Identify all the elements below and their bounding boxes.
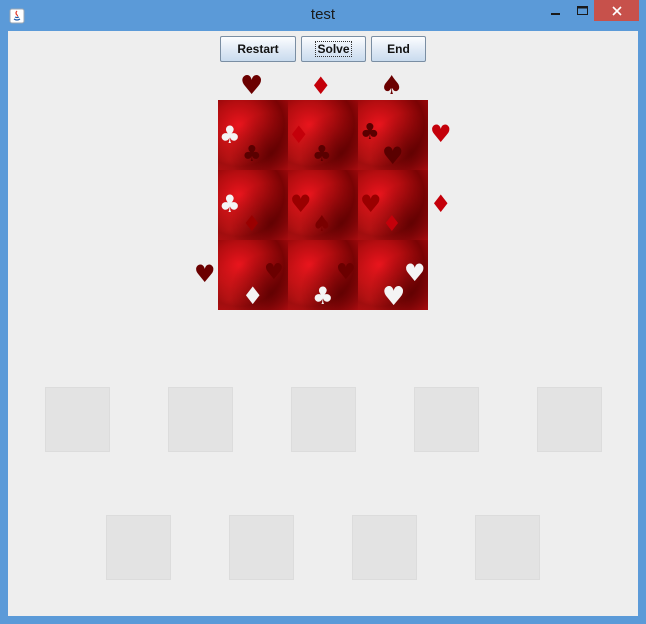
- club-icon: ♣: [219, 121, 241, 149]
- maximize-button[interactable]: [569, 0, 595, 21]
- diamond-icon: ♦: [288, 121, 310, 149]
- club-icon: ♣: [219, 190, 241, 218]
- tray-slot-6[interactable]: [106, 515, 171, 580]
- heart-icon: ♥: [290, 190, 312, 218]
- heart-icon: ♥: [382, 142, 404, 170]
- club-icon: ♣: [312, 142, 332, 167]
- diamond-icon: ♦: [242, 212, 262, 237]
- tray-slot-2[interactable]: [168, 387, 233, 452]
- title-bar[interactable]: test: [0, 0, 646, 31]
- club-icon: ♣: [312, 282, 334, 310]
- heart-icon: ♥: [404, 259, 426, 287]
- heart-icon: ♥: [240, 71, 264, 101]
- club-icon: ♣: [242, 142, 262, 167]
- end-button[interactable]: End: [371, 36, 426, 62]
- tray-slot-5[interactable]: [537, 387, 602, 452]
- maximize-icon: [576, 5, 588, 15]
- minimize-button[interactable]: [543, 0, 569, 21]
- heart-icon: ♥: [336, 260, 356, 285]
- tray-slot-9[interactable]: [475, 515, 540, 580]
- tray-slot-4[interactable]: [414, 387, 479, 452]
- heart-icon: ♥: [264, 260, 284, 285]
- close-button[interactable]: [594, 0, 639, 21]
- club-icon: ♣: [360, 120, 380, 145]
- spade-icon: ♠: [380, 71, 404, 101]
- minimize-icon: [551, 12, 560, 15]
- end-label: End: [387, 42, 410, 56]
- heart-icon: ♥: [360, 190, 382, 218]
- diamond-icon: ♦: [430, 190, 452, 218]
- puzzle-board: ♥ ♦ ♠ ♣ ♣ ♦ ♣ ♣ ♥ ♥ ♣ ♦ ♥ ♠ ♥ ♦ ♦ ♥ ♥ ♦ …: [194, 73, 452, 312]
- diamond-icon: ♦: [310, 72, 332, 100]
- restart-button[interactable]: Restart: [220, 36, 296, 62]
- solve-button[interactable]: Solve: [301, 36, 366, 62]
- heart-icon: ♥: [194, 260, 216, 288]
- app-window: test Restart Solve End ♥ ♦ ♠ ♣ ♣ ♦ ♣ ♣ ♥…: [0, 0, 646, 624]
- solve-label: Solve: [315, 41, 352, 57]
- spade-icon: ♠: [312, 212, 332, 237]
- tray-slot-1[interactable]: [45, 387, 110, 452]
- diamond-icon: ♦: [382, 212, 402, 237]
- heart-icon: ♥: [382, 282, 406, 312]
- tray-slot-7[interactable]: [229, 515, 294, 580]
- tray-slot-3[interactable]: [291, 387, 356, 452]
- tray-slot-8[interactable]: [352, 515, 417, 580]
- restart-label: Restart: [237, 42, 279, 56]
- diamond-icon: ♦: [242, 282, 264, 310]
- heart-icon: ♥: [430, 120, 452, 148]
- close-icon: [611, 5, 622, 16]
- content-pane: Restart Solve End ♥ ♦ ♠ ♣ ♣ ♦ ♣ ♣ ♥ ♥ ♣ …: [8, 31, 638, 616]
